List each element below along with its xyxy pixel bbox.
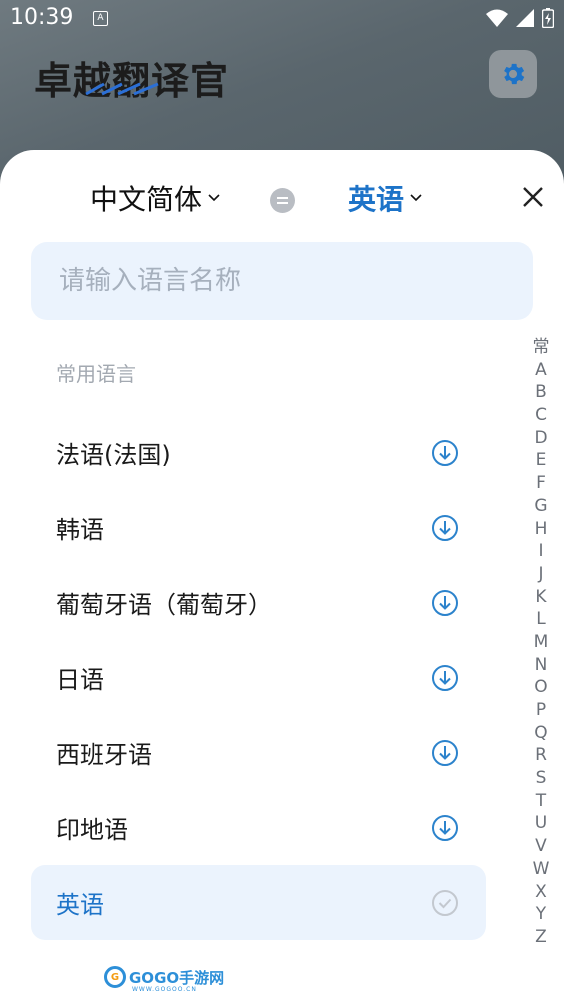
index-letter[interactable]: N (530, 654, 552, 677)
index-letter[interactable]: C (530, 404, 552, 427)
watermark-text: GOGO手游网 (129, 968, 225, 987)
index-letter[interactable]: A (530, 359, 552, 382)
language-item-selected[interactable]: 英语 (31, 865, 486, 940)
language-label: 葡萄牙语（葡萄牙） (56, 591, 272, 619)
watermark: G GOGO手游网 WWW.GOGOO.CN (104, 966, 225, 993)
download-icon[interactable] (431, 664, 459, 692)
check-circle-icon (432, 890, 458, 916)
close-icon[interactable] (520, 184, 546, 210)
watermark-logo-icon: G (104, 966, 126, 988)
language-label: 西班牙语 (56, 741, 152, 769)
swap-icon (277, 197, 288, 204)
source-language-dropdown[interactable]: 中文简体 (90, 178, 220, 218)
wifi-icon (486, 9, 508, 27)
index-letter[interactable]: 常 (530, 336, 552, 359)
chevron-down-icon (208, 194, 220, 202)
language-item[interactable]: 日语 (31, 640, 486, 715)
index-letter[interactable]: W (530, 858, 552, 881)
section-label-common: 常用语言 (56, 362, 136, 386)
signal-icon (516, 9, 534, 27)
index-letter[interactable]: E (530, 449, 552, 472)
settings-button[interactable] (489, 50, 537, 98)
title-underline-decoration (85, 82, 159, 96)
alphabet-index[interactable]: 常 A B C D E F G H I J K L M N O P Q R S … (530, 336, 552, 949)
download-icon[interactable] (431, 514, 459, 542)
language-label: 法语(法国) (56, 441, 171, 469)
index-letter[interactable]: M (530, 631, 552, 654)
index-letter[interactable]: H (530, 518, 552, 541)
language-item[interactable]: 韩语 (31, 490, 486, 565)
language-item[interactable]: 法语(法国) (31, 415, 486, 490)
download-icon[interactable] (431, 439, 459, 467)
index-letter[interactable]: Y (530, 903, 552, 926)
target-language-dropdown[interactable]: 英语 (348, 178, 422, 218)
language-label: 韩语 (56, 516, 104, 544)
index-letter[interactable]: R (530, 744, 552, 767)
index-letter[interactable]: D (530, 427, 552, 450)
download-icon[interactable] (431, 739, 459, 767)
language-selector-bar: 中文简体 英语 (0, 178, 564, 222)
language-search-input[interactable] (31, 242, 533, 320)
index-letter[interactable]: G (530, 495, 552, 518)
index-letter[interactable]: S (530, 767, 552, 790)
status-bar: 10:39 A (0, 0, 564, 38)
language-label: 印地语 (56, 816, 128, 844)
download-icon[interactable] (431, 814, 459, 842)
index-letter[interactable]: P (530, 699, 552, 722)
index-letter[interactable]: Z (530, 926, 552, 949)
language-label: 日语 (56, 666, 104, 694)
index-letter[interactable]: V (530, 835, 552, 858)
gear-icon (504, 63, 525, 85)
source-language-label: 中文简体 (90, 183, 203, 216)
language-picker-sheet: 中文简体 英语 常用语言 法语(法国) 韩语 葡萄牙语（葡萄牙） 日语 (0, 150, 564, 1004)
language-item[interactable]: 印地语 (31, 790, 486, 865)
chevron-down-icon (410, 194, 422, 202)
language-label: 英语 (56, 891, 104, 919)
language-item[interactable]: 葡萄牙语（葡萄牙） (31, 565, 486, 640)
index-letter[interactable]: T (530, 790, 552, 813)
index-letter[interactable]: I (530, 540, 552, 563)
index-letter[interactable]: F (530, 472, 552, 495)
status-time: 10:39 (10, 5, 74, 30)
watermark-subtext: WWW.GOGOO.CN (132, 986, 197, 993)
language-item[interactable]: 西班牙语 (31, 715, 486, 790)
index-letter[interactable]: K (530, 586, 552, 609)
index-letter[interactable]: B (530, 381, 552, 404)
download-icon[interactable] (431, 589, 459, 617)
index-letter[interactable]: U (530, 812, 552, 835)
target-language-label: 英语 (348, 183, 405, 216)
notification-icon: A (93, 11, 108, 26)
index-letter[interactable]: Q (530, 722, 552, 745)
swap-languages-button[interactable] (270, 188, 295, 213)
index-letter[interactable]: O (530, 676, 552, 699)
index-letter[interactable]: L (530, 608, 552, 631)
language-list: 法语(法国) 韩语 葡萄牙语（葡萄牙） 日语 西班牙语 印地语 英语 (31, 415, 486, 940)
index-letter[interactable]: X (530, 881, 552, 904)
battery-icon (542, 8, 554, 28)
index-letter[interactable]: J (530, 563, 552, 586)
